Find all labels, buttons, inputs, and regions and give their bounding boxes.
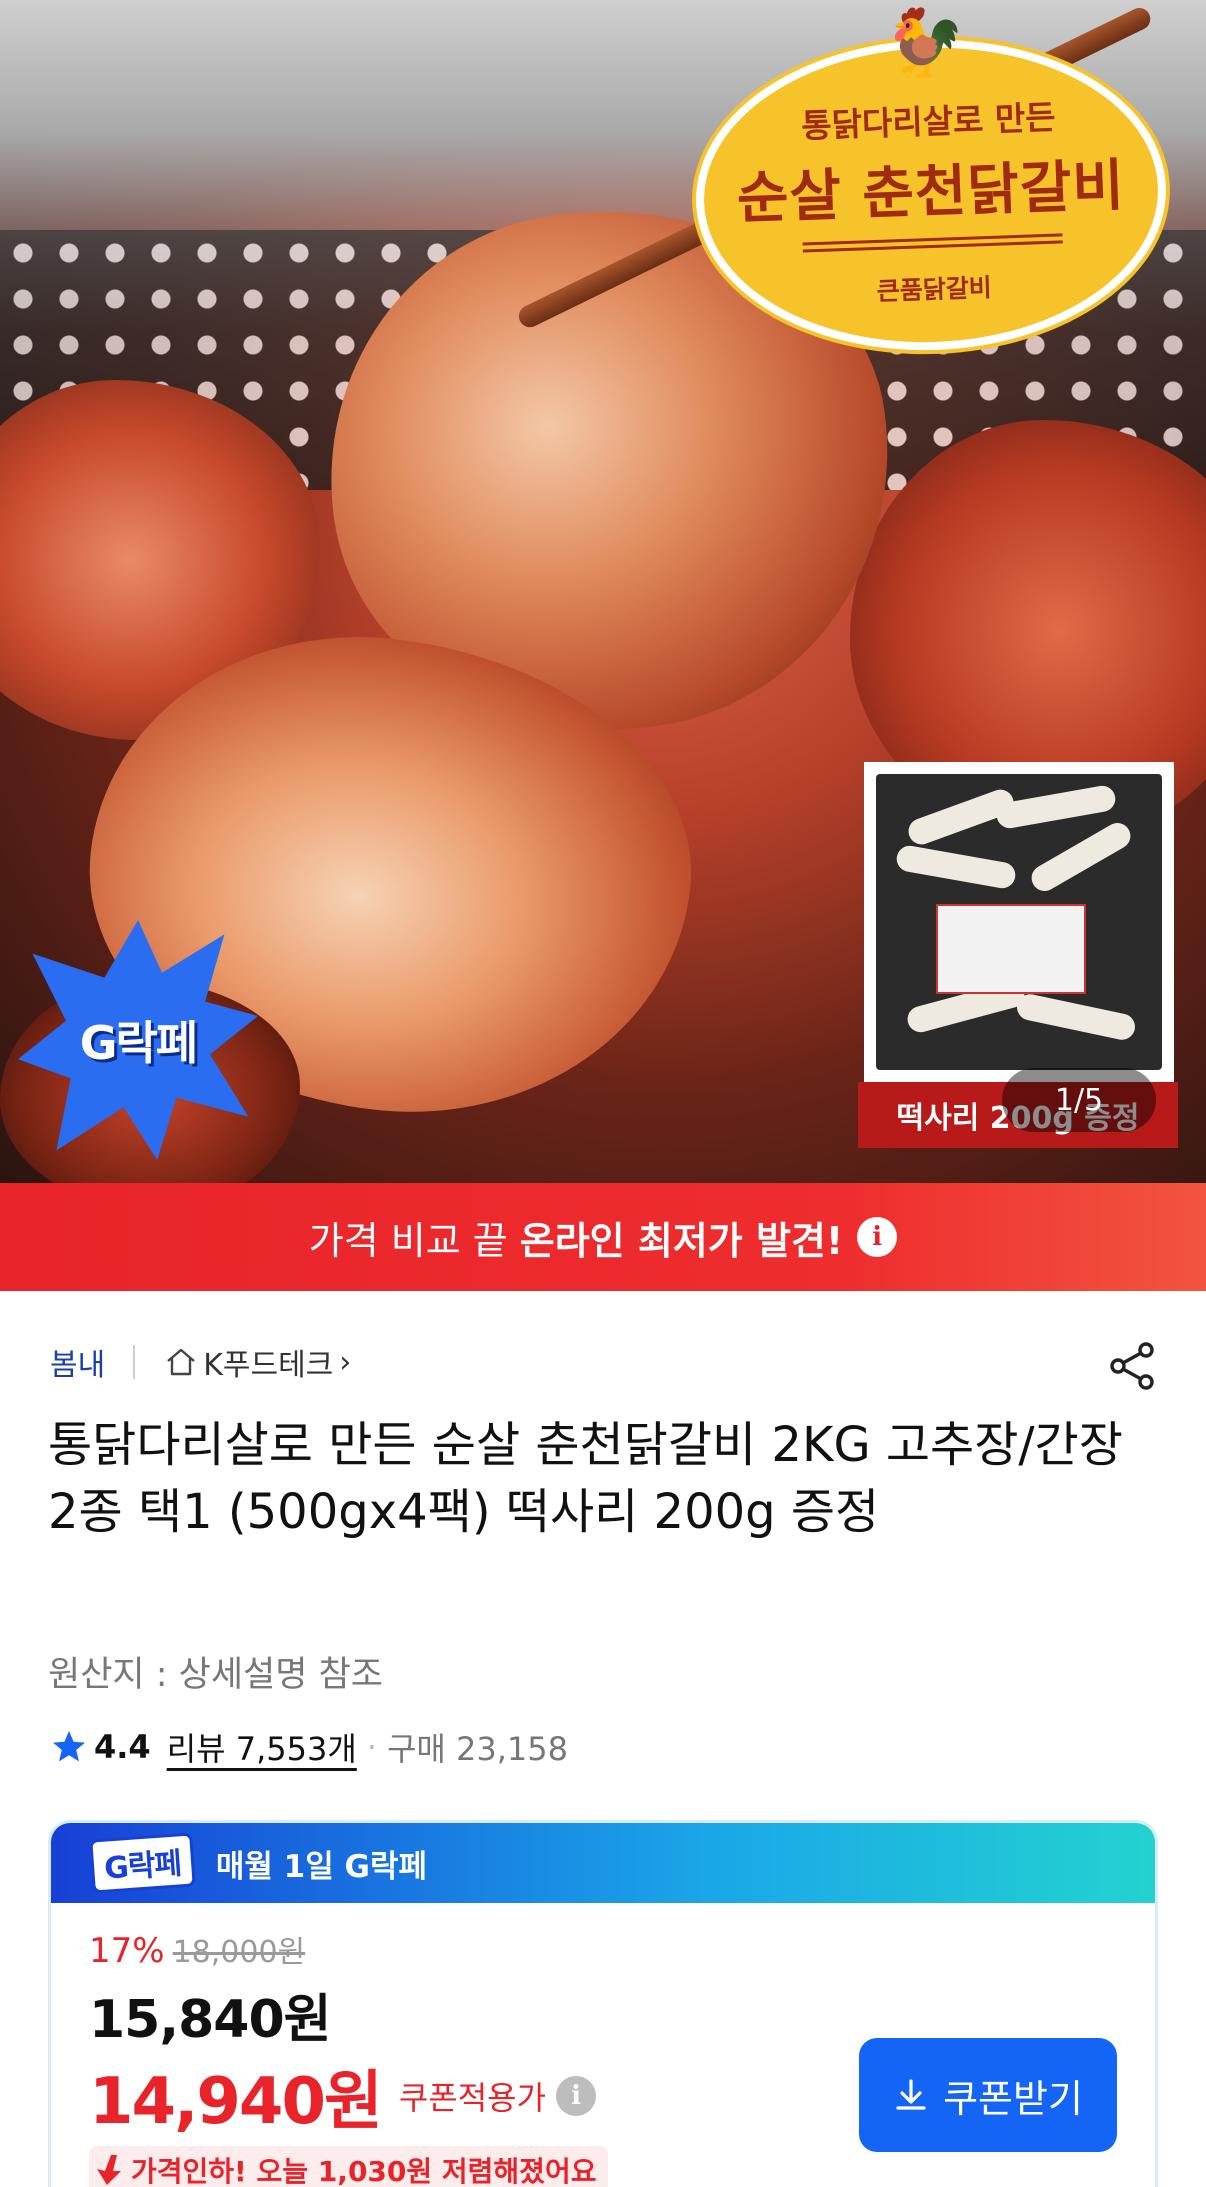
banner-text: 가격 비교 끝 bbox=[308, 1218, 508, 1263]
g-lakpe-logo: G락페 bbox=[89, 1832, 196, 1894]
price-body: 17% 18,000원 15,840원 14,940원 쿠폰적용가 i 가격인하… bbox=[51, 1903, 1155, 2187]
rating-row: 4.4 리뷰 7,553개 · 구매 23,158 bbox=[50, 1724, 568, 1770]
rating-score: 4.4 bbox=[94, 1728, 151, 1766]
star-icon bbox=[53, 1731, 85, 1762]
product-image-carousel[interactable]: 🐓 통닭다리살로 만든 순살 춘천닭갈비 큰품닭갈비 떡사리 200g 증정 G… bbox=[0, 0, 1206, 1183]
store-name: K푸드테크 bbox=[203, 1348, 334, 1383]
product-title: 통닭다리살로 만든 순살 춘천닭갈비 2KG 고추장/간장 2종 택1 (500… bbox=[48, 1417, 1123, 1540]
banner-strong-text: 온라인 최저가 발견! bbox=[519, 1218, 844, 1263]
get-coupon-label: 쿠폰받기 bbox=[943, 2076, 1083, 2121]
arrow-down-icon bbox=[97, 2155, 121, 2185]
download-icon bbox=[896, 2079, 926, 2110]
g-lakpe-logo-text: G락페 bbox=[79, 1016, 198, 1070]
tteok-package bbox=[876, 774, 1162, 1070]
coupon-price-label: 쿠폰적용가 bbox=[398, 2079, 547, 2117]
tteok-package-image bbox=[864, 762, 1174, 1082]
promo-header: G락페 매월 1일 G락페 bbox=[51, 1823, 1155, 1903]
price-drop-text: 가격인하! 오늘 1,030원 저렴해졌어요 bbox=[131, 2155, 597, 2187]
package-label bbox=[936, 904, 1086, 994]
promo-title: 매월 1일 G락페 bbox=[215, 1848, 428, 1885]
review-link[interactable]: 리뷰 7,553개 bbox=[167, 1724, 357, 1770]
purchase-count: 구매 23,158 bbox=[386, 1730, 568, 1768]
origin-info: 원산지 : 상세설명 참조 bbox=[48, 1655, 383, 1695]
badge-line1: 통닭다리살로 만든 bbox=[800, 97, 1057, 145]
get-coupon-button[interactable]: 쿠폰받기 bbox=[859, 2038, 1117, 2152]
home-icon bbox=[167, 1348, 195, 1376]
rice-cake bbox=[994, 783, 1118, 831]
share-icon[interactable] bbox=[1104, 1338, 1160, 1394]
brand-link[interactable]: 봄내 bbox=[50, 1340, 105, 1384]
price-box: G락페 매월 1일 G락페 17% 18,000원 15,840원 14,940… bbox=[48, 1820, 1158, 2187]
badge-line2: 순살 춘천닭갈비 bbox=[735, 152, 1126, 232]
breadcrumb: 봄내 K푸드테크 › bbox=[50, 1340, 351, 1384]
lowest-price-banner[interactable]: 가격 비교 끝 온라인 최저가 발견! i bbox=[0, 1183, 1206, 1291]
discount-row: 17% 18,000원 bbox=[89, 1927, 1117, 1971]
chevron-right-icon: › bbox=[339, 1344, 352, 1380]
rice-cake bbox=[1014, 991, 1138, 1043]
original-price: 18,000원 bbox=[172, 1935, 306, 1970]
divider bbox=[133, 1345, 136, 1379]
badge-divider bbox=[802, 232, 1063, 253]
rice-cake bbox=[894, 843, 1018, 891]
hen-icon: 🐓 bbox=[882, 2, 968, 83]
info-icon[interactable]: i bbox=[857, 1217, 898, 1257]
rice-cake bbox=[1026, 818, 1136, 896]
coupon-price: 14,940원 bbox=[89, 2065, 383, 2139]
dot-separator: · bbox=[366, 1728, 377, 1766]
store-link[interactable]: K푸드테크 › bbox=[163, 1340, 351, 1384]
badge-line3: 큰품닭갈비 bbox=[876, 272, 993, 306]
image-pager: 1/5 bbox=[1002, 1068, 1156, 1132]
discount-percent: 17% bbox=[89, 1931, 165, 1971]
info-icon[interactable]: i bbox=[556, 2076, 597, 2116]
price-drop-note: 가격인하! 오늘 1,030원 저렴해졌어요 bbox=[89, 2146, 609, 2187]
